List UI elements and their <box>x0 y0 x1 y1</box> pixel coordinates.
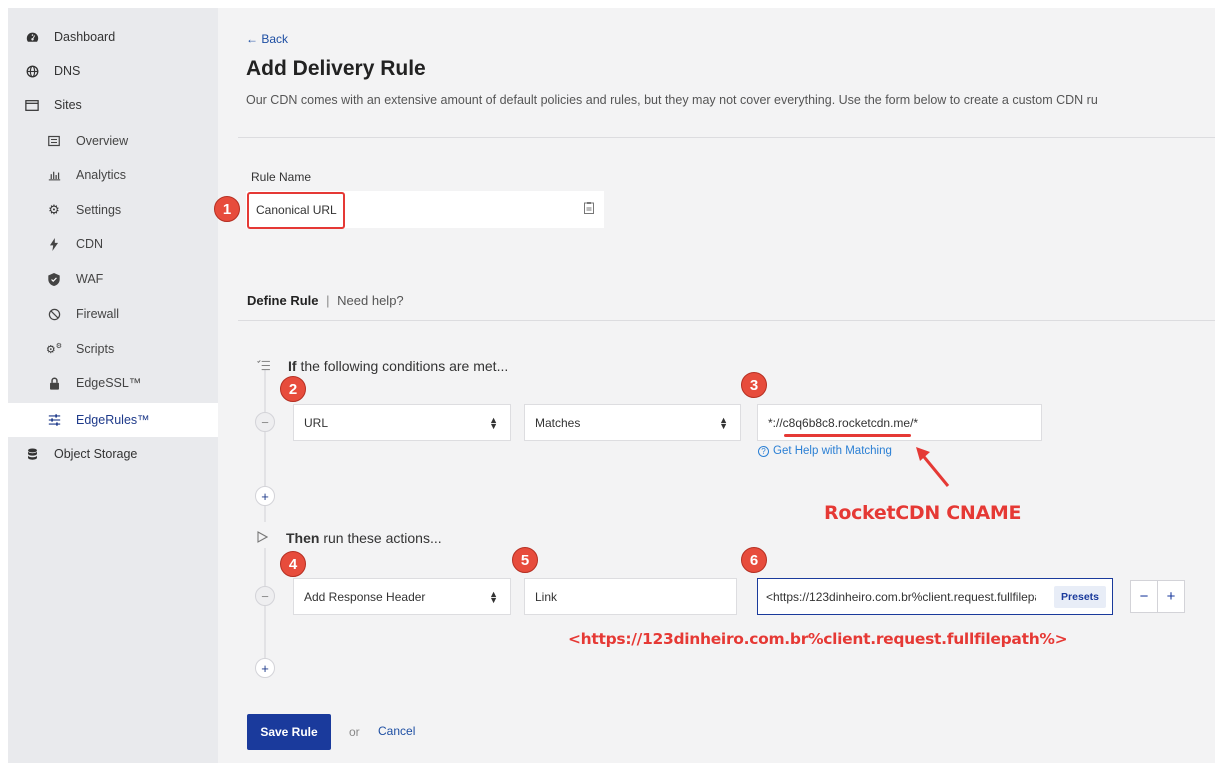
sidebar-item-label: Analytics <box>76 168 127 182</box>
list-icon <box>46 133 62 149</box>
sidebar-item-label: Dashboard <box>54 30 116 44</box>
sort-icon: ▲ ▼ <box>489 414 498 431</box>
sliders-icon <box>46 412 62 428</box>
add-value-button[interactable]: + <box>1158 581 1184 612</box>
actions-heading-bold: Then <box>286 530 320 546</box>
sidebar-item-label: Firewall <box>76 307 120 321</box>
actions-heading-text: run these actions... <box>323 530 442 546</box>
header-value-text: <https://123dinheiro.com.br%client.reque… <box>766 589 1036 604</box>
divider <box>238 320 1215 321</box>
help-link-text: Get Help with Matching <box>773 445 892 457</box>
condition-field-value: URL <box>304 415 329 430</box>
sidebar-item-dns[interactable]: DNS <box>8 54 218 88</box>
cogs-icon: ⚙ ⚙ <box>45 343 63 356</box>
sort-icon: ▲ ▼ <box>719 414 728 431</box>
annotation-arrow <box>916 447 950 487</box>
main-content: ← Back Add Delivery Rule Our CDN comes w… <box>214 8 1215 763</box>
header-value-input[interactable]: <https://123dinheiro.com.br%client.reque… <box>757 578 1113 615</box>
separator: | <box>326 293 330 308</box>
remove-condition-button[interactable]: − <box>255 412 275 432</box>
checklist-icon <box>257 358 270 374</box>
sidebar-item-label: DNS <box>54 64 81 78</box>
get-help-matching-link[interactable]: ? Get Help with Matching <box>758 445 892 457</box>
header-value-stepper: − + <box>1130 580 1185 613</box>
page-title: Add Delivery Rule <box>246 57 426 80</box>
sidebar-item-label: Overview <box>76 134 129 148</box>
condition-operator-value: Matches <box>535 415 581 430</box>
condition-value: *://c8q6b8c8.rocketcdn.me/* <box>768 415 919 430</box>
action-type-value: Add Response Header <box>304 589 426 604</box>
add-action-button[interactable]: + <box>255 658 275 678</box>
sidebar-item-overview[interactable]: Overview <box>8 124 218 158</box>
annotation-badge-5: 5 <box>512 547 538 573</box>
annotation-highlight-box <box>247 192 345 229</box>
sidebar-item-dashboard[interactable]: Dashboard <box>8 20 218 54</box>
header-name-value: Link <box>535 589 558 604</box>
help-circle-icon: ? <box>758 445 769 457</box>
conditions-heading-text: the following conditions are met... <box>300 358 509 374</box>
presets-button[interactable]: Presets <box>1054 586 1106 608</box>
remove-action-button[interactable]: − <box>255 586 275 606</box>
add-condition-button[interactable]: + <box>255 486 275 506</box>
sidebar-item-label: WAF <box>76 272 104 286</box>
ban-icon <box>46 306 62 322</box>
sidebar-item-label: Object Storage <box>54 447 138 461</box>
sidebar-item-label: Settings <box>76 203 122 217</box>
sort-icon: ▲ ▼ <box>489 588 498 605</box>
define-rule-label: Define Rule <box>247 293 319 308</box>
lock-icon <box>46 375 62 391</box>
sidebar-item-settings[interactable]: ⚙ Settings <box>8 193 218 227</box>
or-text: or <box>349 725 360 739</box>
sidebar: Dashboard DNS Sites Overview Analytics ⚙… <box>8 8 218 763</box>
sidebar-item-waf[interactable]: WAF <box>8 262 218 296</box>
back-link[interactable]: ← Back <box>246 32 288 46</box>
save-rule-button[interactable]: Save Rule <box>247 714 331 750</box>
sidebar-item-scripts[interactable]: ⚙ ⚙ Scripts <box>8 332 218 366</box>
sidebar-item-label: Scripts <box>76 342 115 356</box>
globe-icon <box>24 63 40 79</box>
remove-value-button[interactable]: − <box>1131 581 1158 612</box>
annotation-cname-label: RocketCDN CNAME <box>824 502 1022 524</box>
sidebar-item-sites[interactable]: Sites <box>8 88 218 122</box>
window-icon <box>24 97 40 113</box>
sidebar-item-label: Sites <box>54 98 82 112</box>
sidebar-item-edgessl[interactable]: EdgeSSL™ <box>8 366 218 400</box>
rule-name-label: Rule Name <box>251 170 312 184</box>
sidebar-item-cdn[interactable]: CDN <box>8 227 218 261</box>
conditions-heading: If the following conditions are met... <box>257 358 508 374</box>
sidebar-item-firewall[interactable]: Firewall <box>8 297 218 331</box>
need-help-link[interactable]: Need help? <box>337 293 404 308</box>
annotation-badge-1: 1 <box>214 196 240 222</box>
dashboard-icon <box>24 29 40 45</box>
database-icon <box>24 446 40 462</box>
sidebar-item-edgerules[interactable]: EdgeRules™ <box>8 403 218 437</box>
page-description: Our CDN comes with an extensive amount o… <box>246 93 1098 107</box>
annotation-badge-2: 2 <box>280 376 306 402</box>
condition-operator-select[interactable]: Matches ▲ ▼ <box>524 404 741 441</box>
clipboard-icon <box>584 202 594 217</box>
bar-chart-icon <box>46 167 62 183</box>
annotation-header-value-label: <https://123dinheiro.com.br%client.reque… <box>568 630 1068 648</box>
sidebar-item-object-storage[interactable]: Object Storage <box>8 437 218 471</box>
sidebar-item-label: EdgeSSL™ <box>76 376 142 390</box>
action-type-select[interactable]: Add Response Header ▲ ▼ <box>293 578 511 615</box>
header-name-input[interactable]: Link <box>524 578 737 615</box>
cancel-link[interactable]: Cancel <box>378 724 415 738</box>
sidebar-item-label: EdgeRules™ <box>76 413 150 427</box>
bolt-icon <box>46 236 62 252</box>
condition-field-select[interactable]: URL ▲ ▼ <box>293 404 511 441</box>
annotation-badge-6: 6 <box>741 547 767 573</box>
shield-icon <box>46 271 62 287</box>
sidebar-item-analytics[interactable]: Analytics <box>8 158 218 192</box>
sidebar-item-label: CDN <box>76 237 104 251</box>
annotation-badge-3: 3 <box>741 372 767 398</box>
gear-icon: ⚙ <box>48 202 60 217</box>
conditions-heading-bold: If <box>288 358 297 374</box>
actions-heading: Then run these actions... <box>257 530 442 546</box>
define-rule-title: Define Rule | Need help? <box>247 293 404 308</box>
annotation-underline <box>784 434 911 437</box>
divider <box>238 137 1215 138</box>
annotation-badge-4: 4 <box>280 551 306 577</box>
play-icon <box>257 530 269 546</box>
